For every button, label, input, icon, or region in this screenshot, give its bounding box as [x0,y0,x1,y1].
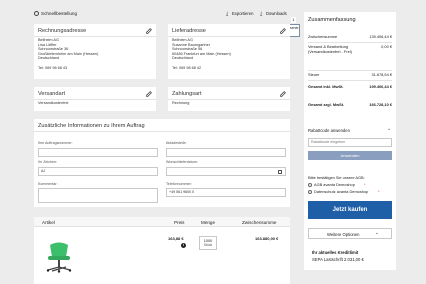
info-icon[interactable]: i [181,243,186,248]
agb-label: AGB avanta Demoshop [314,182,355,187]
discount-toggle[interactable]: Rabattcode anwenden ⌃ [308,128,392,134]
delivery-date-label: Wunschlieferdatum: [166,160,198,164]
required-marker: * [378,189,380,194]
required-marker: * [364,182,366,187]
phone-input[interactable]: +49 561 9600 0 [166,188,286,197]
discount-code-input[interactable]: Rabattcode eingeben [308,138,392,147]
shipping-value: 0,00 € [381,44,392,49]
apply-discount-button[interactable]: Anwenden [308,151,392,160]
shipping-address-card: Lieferadresse Beilheim AG Susanne Baumga… [168,24,290,79]
shipping-method-title: Versandart [38,91,66,97]
additional-info-card: Zusätzliche Informationen zu Ihrem Auftr… [34,119,290,207]
table-row: 163,88 € i 1000 Stück 163.880,00 € [34,227,290,284]
net-total-value: 166.728,10 € [369,102,392,107]
payment-method-card: Zahlungsart Rechnung [168,87,290,111]
address-line: Deutschland [38,56,60,60]
phone-label: Telefonnummer: [166,182,192,186]
agb-checkbox[interactable] [308,182,312,187]
total-label: Gesamt inkl. MwSt. [308,84,344,89]
privacy-checkbox-row[interactable]: Datenschutz avanta Demoshop * [308,189,392,195]
credit-limit-title: Ihr aktuelles Kreditlimit [312,250,359,255]
cart-table: Artikel Preis Menge Zwischensumme 163,88… [34,217,290,284]
chevron-up-icon: ⌃ [387,128,391,133]
calendar-icon[interactable] [278,169,282,174]
payment-method-value: Rechnung [172,101,190,105]
more-options-button[interactable]: Weitere Optionen ⌄ [308,228,392,239]
comment-textarea[interactable] [38,188,158,203]
item-subtotal: 163.880,00 € [255,236,279,241]
summary-title: Zusammenfassung [308,17,356,23]
total-value: 199.406,44 € [369,84,392,89]
column-header-price: Preis [174,220,185,225]
column-header-quantity: Menge [201,220,216,225]
address-phone: Tel: 069 98 68 42 [172,66,202,70]
product-image[interactable] [44,241,74,274]
address-line: Deutschland [172,56,194,60]
shipping-address-title: Lieferadresse [172,28,206,34]
download-icon: ⤓ [260,10,263,17]
payment-method-title: Zahlungsart [172,91,202,97]
chevron-down-icon: ⌄ [375,230,379,235]
downloads-badge: 1 [291,17,296,23]
credit-limit-line: SEPA Lastschrift 2.031,00 € [312,257,364,262]
edit-icon[interactable] [146,28,152,34]
buy-now-button[interactable]: Jetzt kaufen [308,201,392,219]
terms-confirm-text: Bitte bestätigen Sie unsere AGB: [308,175,365,180]
billing-address-card: Rechnungsadresse Beilheim AG Lisa Löffle… [34,24,156,79]
address-phone: Tel: 069 98 68 43 [38,66,68,70]
reference-label: Ihr Zeichen: [38,160,57,164]
column-header-article: Artikel [42,220,55,225]
billing-address-title: Rechnungsadresse [38,28,87,34]
edit-icon[interactable] [280,28,286,34]
shipping-label: Versand & Bearbeitung (Versandkostenfrei… [308,44,352,54]
exports-label: Exportieren [232,11,254,16]
order-number-label: Ihre Auftragsnummer: [38,141,73,145]
item-price: 163,88 € [168,236,184,241]
quantity-unit: Stück [203,243,213,247]
reference-input[interactable]: AJ [38,167,158,176]
order-number-input[interactable] [38,148,158,157]
clock-icon [34,11,39,16]
edit-icon[interactable] [146,91,152,97]
additional-info-title: Zusätzliche Informationen zu Ihrem Auftr… [38,123,145,129]
net-total-label: Gesamt zzgl. MwSt. [308,102,345,107]
shipping-method-value: Versandkostenfrei [38,101,69,105]
more-options-label: Weitere Optionen [327,231,360,237]
subtotal-value: 139.406,44 € [369,34,392,39]
unload-location-label: Abladestelle: [166,141,187,145]
table-header: Artikel Preis Menge Zwischensumme [34,217,290,227]
download-icon: ⤓ [226,10,229,17]
comment-label: Kommentar: [38,182,58,186]
quick-order-label: Schnellbestellung [41,10,78,16]
discount-title: Rabattcode anwenden [308,128,350,133]
edit-icon[interactable] [280,91,286,97]
shipping-method-card: Versandart Versandkostenfrei [34,87,156,111]
privacy-label: Datenschutz avanta Demoshop [314,189,369,194]
discount-placeholder: Rabattcode eingeben [311,140,346,144]
downloads-label: Downloads [266,11,287,16]
column-header-subtotal: Zwischensumme [242,220,277,225]
privacy-checkbox[interactable] [308,189,312,194]
subtotal-label: Zwischensumme [308,34,338,39]
agb-checkbox-row[interactable]: AGB avanta Demoshop * [308,182,392,188]
quantity-input[interactable]: 1000 Stück [199,236,217,250]
delivery-date-input[interactable] [166,167,286,176]
unload-location-input[interactable] [166,148,286,157]
tax-value: 31.678,54 € [371,72,392,77]
tax-label: Steuer [308,72,320,77]
